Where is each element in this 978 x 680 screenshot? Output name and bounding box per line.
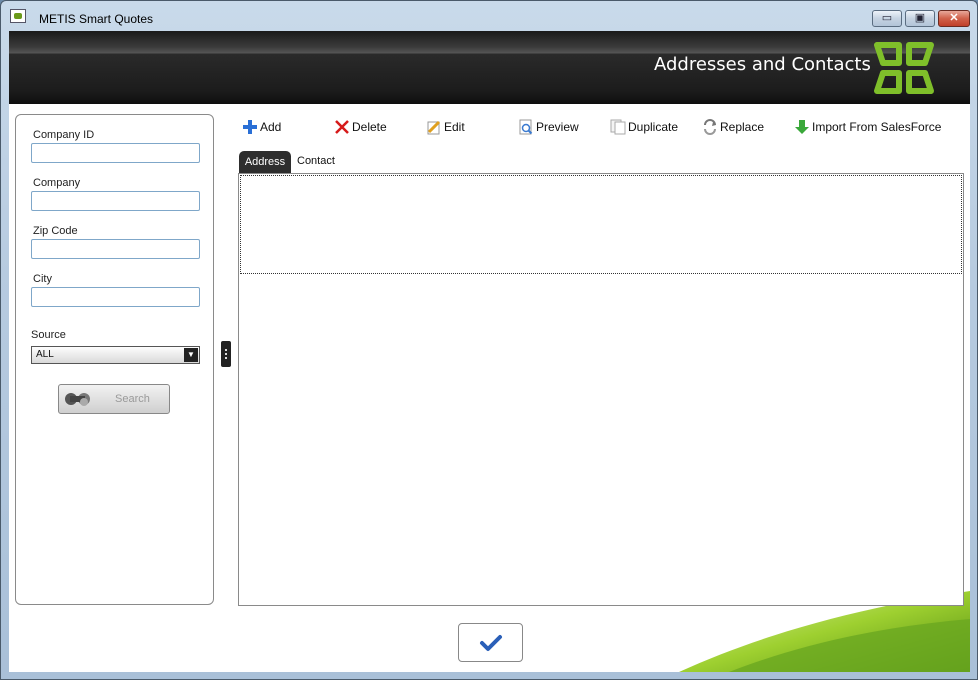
edit-icon <box>427 120 441 135</box>
company-label: Company <box>33 177 81 189</box>
preview-label: Preview <box>536 120 579 134</box>
source-dropdown[interactable]: ALL ▼ <box>31 346 200 364</box>
city-label: City <box>33 273 52 285</box>
add-label: Add <box>260 120 282 134</box>
header-banner: Addresses and Contacts <box>9 31 970 104</box>
close-button[interactable]: ✕ <box>938 10 970 27</box>
import-label: Import From SalesForce <box>812 120 942 134</box>
replace-label: Replace <box>720 120 765 134</box>
company-id-label: Company ID <box>33 129 95 141</box>
checkmark-icon <box>480 635 502 651</box>
app-window: METIS Smart Quotes ▭ ▣ ✕ Addresses and C… <box>0 0 978 680</box>
search-button[interactable]: Search <box>58 384 170 414</box>
ok-button[interactable] <box>458 623 523 662</box>
minimize-button[interactable]: ▭ <box>872 10 902 27</box>
add-icon <box>243 120 257 134</box>
city-input[interactable] <box>31 287 200 307</box>
tab-address[interactable]: Address <box>239 151 291 173</box>
duplicate-label: Duplicate <box>628 120 679 134</box>
zip-code-input[interactable] <box>31 239 200 259</box>
address-list[interactable] <box>240 175 962 274</box>
preview-button[interactable]: Preview <box>518 118 579 136</box>
app-icon[interactable] <box>10 9 26 23</box>
edit-label: Edit <box>444 120 465 134</box>
preview-icon <box>519 119 533 135</box>
tab-contact[interactable]: Contact <box>297 155 335 167</box>
chevron-down-icon[interactable]: ▼ <box>184 348 198 362</box>
delete-button[interactable]: Delete <box>334 118 387 136</box>
replace-icon <box>704 119 716 135</box>
delete-label: Delete <box>352 120 387 134</box>
maximize-button[interactable]: ▣ <box>905 10 935 27</box>
window-title: METIS Smart Quotes <box>39 12 154 26</box>
source-value: ALL <box>36 349 54 360</box>
binoculars-icon <box>65 393 90 406</box>
company-id-input[interactable] <box>31 143 200 163</box>
tab-content-area <box>238 173 964 606</box>
client-area: Addresses and Contacts Company ID Compan… <box>9 31 970 672</box>
delete-icon <box>335 120 349 134</box>
title-bar[interactable]: METIS Smart Quotes ▭ ▣ ✕ <box>1 1 977 31</box>
filter-panel: Company ID Company Zip Code City Source … <box>15 114 214 605</box>
metis-logo <box>874 42 934 94</box>
replace-button[interactable]: Replace <box>702 118 764 136</box>
duplicate-button[interactable]: Duplicate <box>610 118 678 136</box>
add-button[interactable]: Add <box>242 118 281 136</box>
company-input[interactable] <box>31 191 200 211</box>
zip-code-label: Zip Code <box>33 225 78 237</box>
page-title: Addresses and Contacts <box>654 54 871 75</box>
source-label: Source <box>31 329 66 341</box>
duplicate-icon <box>610 119 626 135</box>
panel-splitter-handle[interactable] <box>221 341 231 367</box>
search-label: Search <box>115 393 150 405</box>
import-icon <box>795 120 809 134</box>
edit-button[interactable]: Edit <box>426 118 465 136</box>
import-salesforce-button[interactable]: Import From SalesForce <box>794 118 941 136</box>
